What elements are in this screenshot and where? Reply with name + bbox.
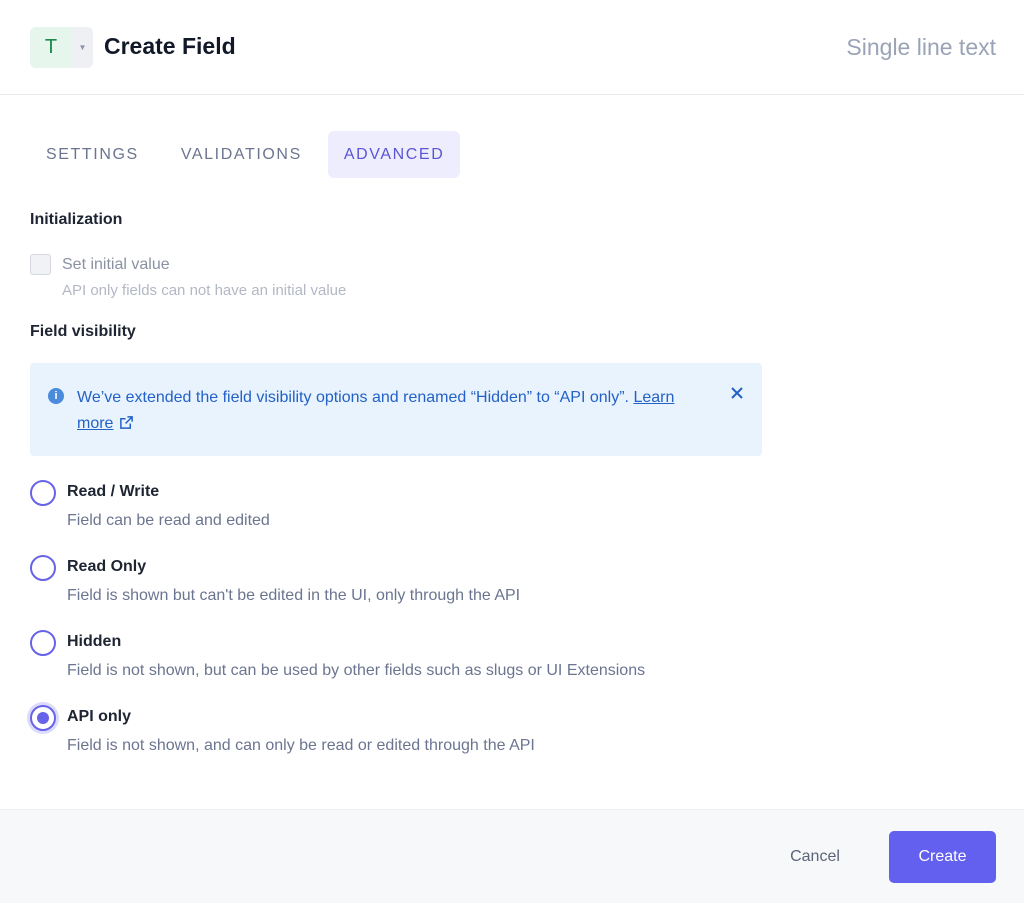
set-initial-value-checkbox[interactable] bbox=[30, 254, 51, 275]
hidden-label: Hidden bbox=[67, 633, 122, 650]
modal-header: T ▼ Create Field Single line text bbox=[0, 0, 1024, 95]
set-initial-value-row: Set initial value bbox=[30, 254, 170, 275]
info-icon: i bbox=[48, 388, 64, 404]
info-notice-message: We’ve extended the field visibility opti… bbox=[77, 389, 629, 406]
modal-footer: Cancel Create bbox=[0, 809, 1024, 903]
info-notice-text: We’ve extended the field visibility opti… bbox=[77, 385, 677, 437]
hidden-radio[interactable] bbox=[30, 630, 56, 656]
read-only-radio[interactable] bbox=[30, 555, 56, 581]
api-only-label: API only bbox=[67, 708, 132, 725]
info-notice: i We’ve extended the field visibility op… bbox=[30, 363, 762, 456]
set-initial-value-label: Set initial value bbox=[62, 255, 170, 273]
field-visibility-heading: Field visibility bbox=[30, 323, 136, 340]
read-write-label: Read / Write bbox=[67, 483, 160, 500]
read-write-radio[interactable] bbox=[30, 480, 56, 506]
hidden-help: Field is not shown, but can be used by o… bbox=[67, 662, 646, 679]
text-field-icon: T bbox=[30, 27, 72, 68]
close-icon[interactable] bbox=[728, 384, 746, 402]
api-only-radio[interactable] bbox=[30, 705, 56, 731]
tab-advanced[interactable]: ADVANCED bbox=[327, 131, 461, 178]
field-type-selector[interactable]: T ▼ bbox=[30, 27, 93, 68]
external-link-icon bbox=[120, 416, 134, 429]
read-only-help: Field is shown but can't be edited in th… bbox=[67, 587, 521, 604]
create-button[interactable]: Create bbox=[889, 831, 996, 883]
modal-title: Create Field bbox=[104, 33, 236, 59]
read-write-help: Field can be read and edited bbox=[67, 512, 270, 529]
api-only-help: Field is not shown, and can only be read… bbox=[67, 737, 535, 754]
tab-settings[interactable]: SETTINGS bbox=[30, 131, 155, 178]
initialization-heading: Initialization bbox=[30, 211, 123, 228]
initial-value-help: API only fields can not have an initial … bbox=[62, 282, 347, 299]
tab-validations[interactable]: VALIDATIONS bbox=[165, 131, 318, 178]
field-type-label: Single line text bbox=[846, 34, 996, 60]
chevron-down-icon: ▼ bbox=[78, 43, 87, 52]
cancel-button[interactable]: Cancel bbox=[772, 831, 858, 883]
read-only-label: Read Only bbox=[67, 558, 147, 575]
tab-bar: SETTINGS VALIDATIONS ADVANCED bbox=[30, 131, 470, 178]
